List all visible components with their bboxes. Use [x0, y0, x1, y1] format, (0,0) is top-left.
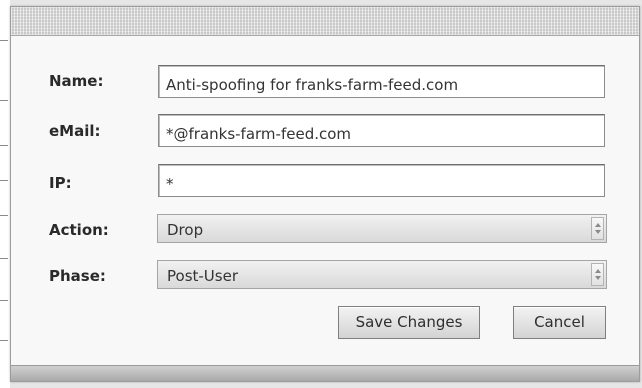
background-window-line: [0, 40, 8, 41]
chevron-up-icon: [595, 223, 601, 227]
action-select-value: Drop: [167, 221, 204, 239]
dialog-body: Name: eMail: IP: Action: Drop Phase: Pos…: [11, 36, 639, 367]
email-input[interactable]: [158, 114, 605, 147]
email-label: eMail:: [49, 122, 101, 140]
phase-select-value: Post-User: [167, 267, 238, 285]
background-window-line: [0, 100, 8, 101]
dialog-bottom-bar: [11, 365, 639, 381]
background-window-line: [0, 258, 8, 259]
name-label: Name:: [49, 72, 104, 90]
background-window-line: [0, 215, 8, 216]
ip-label: IP:: [49, 174, 72, 192]
background-window-edge: [0, 0, 10, 388]
background-window-line: [0, 180, 8, 181]
phase-select[interactable]: Post-User: [157, 260, 607, 289]
name-input[interactable]: [158, 65, 605, 98]
chevron-down-icon: [595, 230, 601, 234]
save-changes-button[interactable]: Save Changes: [338, 306, 480, 339]
phase-label: Phase:: [49, 267, 106, 285]
chevron-down-icon: [595, 276, 601, 280]
background-window-line: [0, 340, 8, 341]
action-select[interactable]: Drop: [157, 214, 607, 243]
ip-input[interactable]: [158, 164, 605, 197]
background-window-line: [0, 145, 8, 146]
chevron-up-icon: [595, 269, 601, 273]
action-label: Action:: [49, 221, 109, 239]
dialog-titlebar[interactable]: [11, 7, 639, 36]
up-down-arrows-icon[interactable]: [591, 217, 604, 240]
up-down-arrows-icon[interactable]: [591, 263, 604, 286]
background-window-line: [0, 300, 8, 301]
edit-rule-dialog: Name: eMail: IP: Action: Drop Phase: Pos…: [10, 6, 640, 382]
cancel-button[interactable]: Cancel: [513, 306, 606, 339]
